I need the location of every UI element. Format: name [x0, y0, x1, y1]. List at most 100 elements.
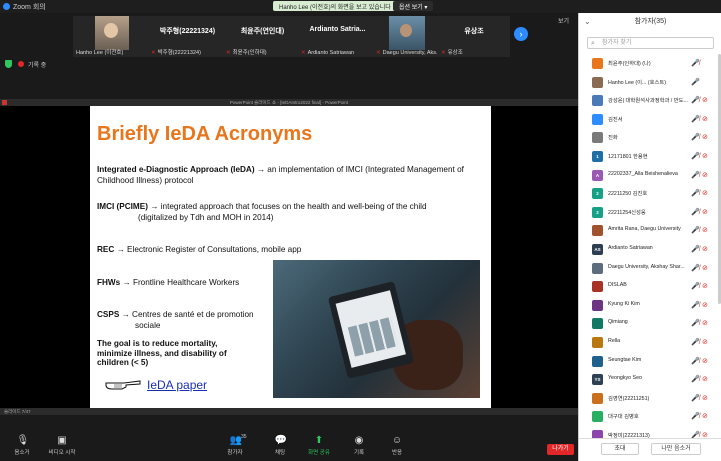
participant-name: 22202337_Alla Beishenalieva: [608, 170, 678, 177]
ieda-paper-link[interactable]: IeDA paper: [147, 378, 207, 392]
participant-row[interactable]: 김영연(22211251) 🎤̸ ⊘: [579, 389, 721, 408]
mute-me-button[interactable]: 나만 음소거: [651, 443, 701, 455]
slide-margin-right: [491, 106, 578, 408]
avatar: [592, 336, 603, 348]
meeting-spacer: [0, 415, 578, 433]
participant-row[interactable]: 강성윤| 대학원석사과정학과 / 반도... 🎤̸ ⊘: [579, 91, 721, 110]
participant-name: DISLAB: [608, 282, 627, 289]
mic-off-icon: 🎤̸: [691, 245, 700, 253]
participant-row[interactable]: AS Ardianto Satriawan 🎤̸ ⊘: [579, 240, 721, 259]
video-tile[interactable]: 박주형(22221324) ✕ 박주형(22221324): [148, 16, 227, 58]
item-fhws-term: FHWs: [97, 278, 121, 287]
record-icon: ◉: [354, 435, 364, 446]
avatar: [592, 225, 603, 237]
mic-off-icon: ✕: [441, 50, 446, 56]
participant-row[interactable]: Amrita Rana, Daegu University 🎤̸ ⊘: [579, 221, 721, 240]
mute-button[interactable]: 🎙 음소거: [0, 435, 44, 456]
participants-button[interactable]: 35 👥 참가자: [213, 434, 257, 456]
item-imci-line2: (digitalized by Tdh and MOH in 2014): [138, 213, 274, 222]
mic-off-icon: 🎤̸: [691, 283, 700, 291]
participant-row[interactable]: DISLAB 🎤̸ ⊘: [579, 277, 721, 296]
participant-row[interactable]: YS Yeongkyo Seo 🎤̸ ⊘: [579, 370, 721, 389]
video-strip: Hanho Lee (이전호) 박주형(22221324) ✕ 박주형(22221…: [0, 13, 578, 58]
video-tile[interactable]: 유상조 ✕ 유상조: [438, 16, 510, 58]
video-off-icon: ⊘: [702, 190, 708, 198]
goal-statement: The goal is to reduce mortality, minimiz…: [97, 339, 227, 367]
participants-label: 참가자: [227, 450, 243, 456]
security-shield-icon: [5, 60, 12, 68]
video-off-icon: ⊘: [702, 413, 708, 421]
reactions-icon: ☺: [391, 435, 403, 446]
ppt-app-icon: [2, 100, 7, 105]
participant-row[interactable]: 최윤주(인하대) (나) 🎤̸: [579, 54, 721, 73]
ppt-status-bar: 슬라이드 7/47: [0, 408, 578, 415]
mic-off-icon: 🎤̸: [691, 171, 700, 179]
avatar: 1: [592, 150, 603, 162]
mic-off-icon: 🎤̸: [691, 301, 700, 309]
mic-off-icon: ✕: [301, 50, 306, 56]
participant-name: Kyung Ki Kim: [608, 300, 640, 307]
record-label: 기록: [353, 450, 365, 456]
participant-row[interactable]: A 22202337_Alla Beishenalieva 🎤̸ ⊘: [579, 166, 721, 185]
ppt-window-title: PowerPoint 슬라이드 쇼 - [IeDAIntro2022 final…: [229, 100, 349, 105]
participant-list: 최윤주(인하대) (나) 🎤̸ Hanho Lee (이... (호스트) 🎤 강성윤|…: [579, 54, 721, 444]
view-label[interactable]: 보기: [558, 16, 569, 25]
share-info-bar: 기록 중: [0, 57, 578, 99]
participants-icon: 👥: [229, 435, 242, 446]
share-screen-button[interactable]: ⬆ 화면 공유: [297, 435, 341, 456]
video-tile[interactable]: Hanho Lee (이전호): [73, 16, 152, 58]
next-page-arrow-icon[interactable]: ›: [514, 27, 528, 41]
reactions-button[interactable]: ☺ 반응: [375, 435, 419, 456]
collapse-chevron-icon[interactable]: ⌄: [584, 13, 591, 31]
participant-name: Daegu University, Akshay Shar...: [608, 263, 685, 270]
chat-button[interactable]: 💬 채팅: [258, 435, 302, 456]
participant-row[interactable]: Qimiang 🎤̸ ⊘: [579, 314, 721, 333]
chat-icon: 💬: [274, 435, 287, 446]
tablet-photo: [273, 260, 480, 398]
participant-row[interactable]: 진화 🎤̸ ⊘: [579, 128, 721, 147]
participant-row[interactable]: Daegu University, Akshay Shar... 🎤̸ ⊘: [579, 259, 721, 278]
video-off-icon: ⊘: [702, 134, 708, 142]
mic-off-icon: ✕: [376, 50, 381, 56]
item-rec: REC → Electronic Register of Consultatio…: [97, 245, 477, 256]
mic-off-icon: 🎤̸: [691, 190, 700, 198]
participant-name: 12171801 한용현: [608, 153, 648, 160]
participant-search-input[interactable]: ⌕ 참가자 찾기: [587, 37, 714, 49]
avatar: [592, 299, 603, 311]
video-off-icon: ▣: [57, 435, 67, 446]
panel-header: ⌄ 참가자(35): [579, 13, 721, 31]
video-off-icon: ⊘: [702, 97, 708, 105]
participant-name: 김영연(22211251): [608, 395, 650, 402]
leave-button[interactable]: 나가기: [547, 444, 574, 455]
participant-row[interactable]: 2 22211250 김진호 🎤̸ ⊘: [579, 184, 721, 203]
participant-row[interactable]: Seungtae Kim 🎤̸ ⊘: [579, 352, 721, 371]
participant-row[interactable]: 대구대 김병호 🎤̸ ⊘: [579, 407, 721, 426]
participant-row[interactable]: 2 22211254신성웅 🎤̸ ⊘: [579, 203, 721, 222]
participant-name: 22211250 김진호: [608, 191, 648, 198]
participant-row[interactable]: Hanho Lee (이... (호스트) 🎤: [579, 73, 721, 92]
participant-row[interactable]: 김진서 🎤̸ ⊘: [579, 110, 721, 129]
participant-row[interactable]: 1 12171801 한용현 🎤̸ ⊘: [579, 147, 721, 166]
participant-row[interactable]: Kyung Ki Kim 🎤̸ ⊘: [579, 296, 721, 315]
video-tile[interactable]: Ardianto Satria... ✕ Ardianto Satriawan: [298, 16, 377, 58]
tile-display-name: 유상조: [464, 28, 484, 35]
participant-row[interactable]: Rella 🎤̸ ⊘: [579, 333, 721, 352]
video-tile[interactable]: 최윤주(연인대) ✕ 최윤주(인하대): [223, 16, 302, 58]
participant-name: 22211254신성웅: [608, 209, 646, 216]
invite-button[interactable]: 초대: [601, 443, 639, 455]
mic-off-icon: 🎤̸: [691, 338, 700, 346]
start-video-button[interactable]: ▣ 비디오 시작: [40, 435, 84, 456]
participant-name: Hanho Lee (이... (호스트): [608, 79, 667, 86]
item-imci: IMCI (PCIME) → integrated approach that …: [97, 202, 482, 213]
avatar: [592, 355, 603, 367]
tile-name: Hanho Lee (이전호): [76, 50, 124, 56]
chat-label: 채팅: [274, 450, 286, 456]
video-off-icon: ⊘: [702, 115, 708, 123]
participants-count: 35: [241, 434, 247, 440]
avatar: 2: [592, 206, 603, 218]
meeting-toolbar: 🎙 음소거 ▣ 비디오 시작 35 👥 참가자 💬 채팅 ⬆ 화면 공유 ◉ 기…: [0, 433, 578, 461]
view-options-button[interactable]: 옵션 보기: [393, 1, 434, 11]
item-csps-term: CSPS: [97, 310, 120, 319]
video-off-icon: ⊘: [702, 171, 708, 179]
participant-name: Qimiang: [608, 319, 628, 326]
